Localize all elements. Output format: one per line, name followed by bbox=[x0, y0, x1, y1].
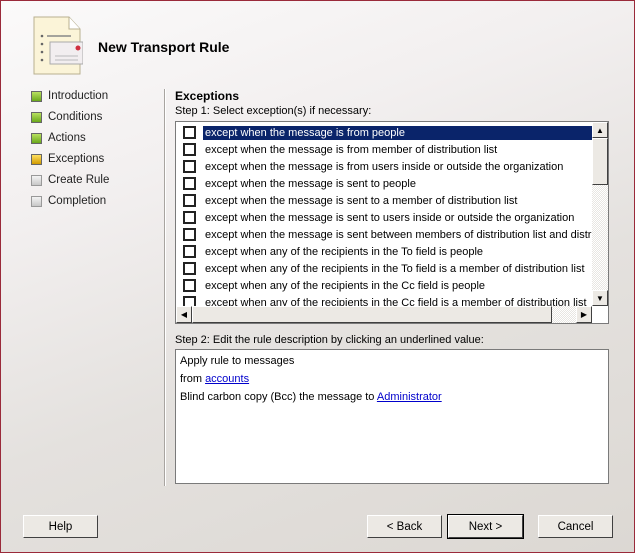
scroll-up-button[interactable]: ▲ bbox=[592, 122, 608, 138]
scroll-thumb[interactable] bbox=[592, 138, 608, 185]
exception-label: except when any of the recipients in the… bbox=[205, 245, 484, 258]
status-complete-icon bbox=[31, 90, 42, 102]
section-heading: Exceptions bbox=[175, 89, 240, 103]
nav-label: Actions bbox=[48, 132, 86, 144]
exception-label: except when the message is sent to users… bbox=[205, 211, 575, 224]
description-text: from bbox=[180, 373, 206, 385]
next-button[interactable]: Next > bbox=[447, 514, 524, 539]
exception-item[interactable]: except when the message is sent to a mem… bbox=[176, 192, 592, 209]
document-list-icon bbox=[33, 16, 83, 75]
description-text: Blind carbon copy (Bcc) the message to bbox=[180, 391, 377, 403]
exceptions-list[interactable]: except when the message is from people ex… bbox=[175, 121, 609, 324]
scroll-left-button[interactable]: ◀ bbox=[176, 306, 192, 323]
step2-label: Step 2: Edit the rule description by cli… bbox=[175, 334, 484, 346]
page-title: New Transport Rule bbox=[98, 39, 230, 55]
exception-label: except when any of the recipients in the… bbox=[205, 279, 486, 292]
rule-description: Apply rule to messages from accounts Bli… bbox=[175, 349, 609, 484]
nav-item-exceptions: Exceptions bbox=[31, 150, 104, 168]
description-line: Apply rule to messages bbox=[180, 355, 295, 367]
status-current-icon bbox=[31, 153, 42, 165]
nav-label: Completion bbox=[48, 195, 107, 207]
status-pending-icon bbox=[31, 195, 42, 207]
exception-item[interactable]: except when the message is from member o… bbox=[176, 141, 592, 158]
exception-item[interactable]: except when the message is from users in… bbox=[176, 158, 592, 175]
checkbox[interactable] bbox=[183, 211, 196, 224]
exception-label: except when the message is from people bbox=[203, 125, 592, 140]
exception-label: except when the message is sent between … bbox=[205, 228, 592, 241]
help-button[interactable]: Help bbox=[23, 515, 98, 538]
status-complete-icon bbox=[31, 111, 42, 123]
exception-label: except when the message is sent to a mem… bbox=[205, 194, 518, 207]
vertical-scrollbar[interactable]: ▲ ▼ bbox=[592, 122, 608, 306]
checkbox[interactable] bbox=[183, 228, 196, 241]
exception-label: except when the message is sent to peopl… bbox=[205, 177, 416, 190]
nav-item-conditions: Conditions bbox=[31, 108, 102, 126]
nav-label: Exceptions bbox=[48, 153, 105, 165]
nav-item-actions: Actions bbox=[31, 129, 86, 147]
description-line: from accounts bbox=[180, 370, 604, 388]
description-line: Blind carbon copy (Bcc) the message to A… bbox=[180, 388, 604, 406]
horizontal-scrollbar[interactable]: ◀ ▶ bbox=[176, 306, 592, 323]
exception-item[interactable]: except when the message is sent to users… bbox=[176, 209, 592, 226]
cancel-button[interactable]: Cancel bbox=[538, 515, 613, 538]
nav-item-introduction: Introduction bbox=[31, 87, 108, 105]
checkbox[interactable] bbox=[183, 177, 196, 190]
exception-label: except when the message is from member o… bbox=[205, 143, 498, 156]
exception-label: except when the message is from users in… bbox=[205, 160, 564, 173]
nav-label: Introduction bbox=[48, 90, 109, 102]
exception-item[interactable]: except when any of the recipients in the… bbox=[176, 243, 592, 260]
wizard-window: New Transport Rule Introduction Conditio… bbox=[0, 0, 635, 553]
checkbox[interactable] bbox=[183, 262, 196, 275]
exception-item[interactable]: except when any of the recipients in the… bbox=[176, 260, 592, 277]
status-complete-icon bbox=[31, 132, 42, 144]
accounts-link[interactable]: accounts bbox=[205, 373, 249, 385]
checkbox[interactable] bbox=[183, 279, 196, 292]
checkbox[interactable] bbox=[183, 160, 196, 173]
exception-item[interactable]: except when the message is sent to peopl… bbox=[176, 175, 592, 192]
checkbox[interactable] bbox=[183, 126, 196, 139]
nav-label: Conditions bbox=[48, 111, 103, 123]
nav-label: Create Rule bbox=[48, 174, 110, 186]
step1-label: Step 1: Select exception(s) if necessary… bbox=[175, 105, 372, 117]
exception-item[interactable]: except when the message is sent between … bbox=[176, 226, 592, 243]
nav-item-completion: Completion bbox=[31, 192, 106, 210]
administrator-link[interactable]: Administrator bbox=[377, 391, 442, 403]
exception-label: except when any of the recipients in the… bbox=[205, 262, 585, 275]
checkbox[interactable] bbox=[183, 245, 196, 258]
scroll-down-button[interactable]: ▼ bbox=[592, 290, 608, 306]
checkbox[interactable] bbox=[183, 194, 196, 207]
checkbox[interactable] bbox=[183, 143, 196, 156]
status-pending-icon bbox=[31, 174, 42, 186]
divider bbox=[164, 89, 166, 486]
back-button[interactable]: < Back bbox=[367, 515, 442, 538]
exception-item[interactable]: except when the message is from people bbox=[176, 124, 592, 141]
nav-item-create-rule: Create Rule bbox=[31, 171, 109, 189]
scroll-right-button[interactable]: ▶ bbox=[576, 306, 592, 323]
scroll-thumb-horizontal[interactable] bbox=[192, 306, 552, 323]
exception-item[interactable]: except when any of the recipients in the… bbox=[176, 277, 592, 294]
